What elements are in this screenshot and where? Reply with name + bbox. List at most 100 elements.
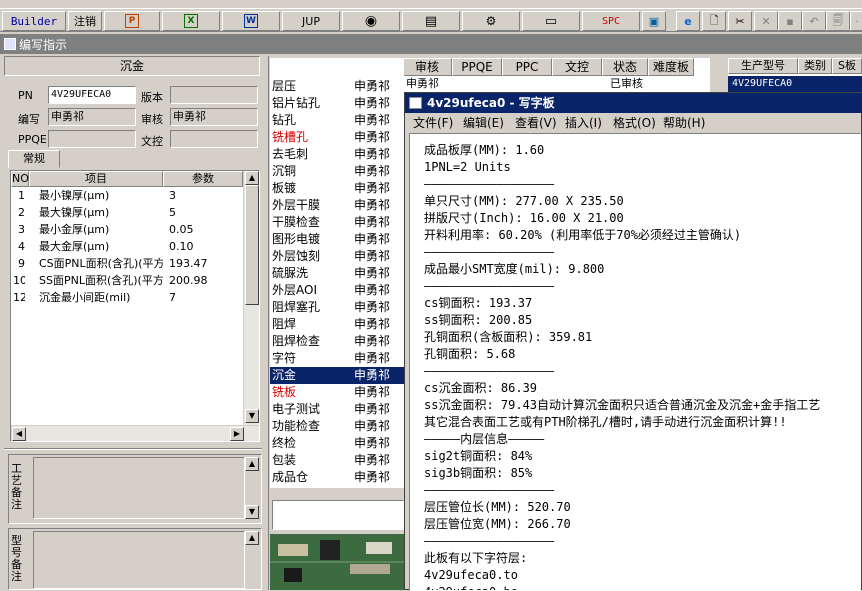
- scroll-up-arrow-icon[interactable]: ▲: [245, 171, 259, 185]
- scroll-down-arrow-icon[interactable]: ▼: [245, 409, 259, 423]
- model-note-label: 型号备注: [11, 534, 22, 583]
- wordpad-line: 孔铜面积(含板面积): 359.81: [424, 330, 593, 344]
- process-top-row[interactable]: 申勇祁 已审核: [404, 76, 710, 92]
- note-up-arrow-icon[interactable]: ▲: [245, 457, 259, 471]
- grid-row[interactable]: 10 SS面PNL面积(含孔)(平方 200.98: [11, 273, 243, 289]
- scroll-right-arrow-icon[interactable]: ▶: [230, 427, 244, 441]
- cut-button[interactable]: ✂: [728, 11, 752, 31]
- window-tool-button[interactable]: ▣: [642, 11, 666, 31]
- note-down-arrow-icon[interactable]: ▼: [245, 505, 259, 519]
- process-header-3[interactable]: PPQE: [452, 58, 502, 76]
- wordpad-line: 成品板厚(MM): 1.60: [424, 143, 545, 157]
- process-row[interactable]: 铣板 申勇祁: [270, 384, 404, 401]
- ppqe-field[interactable]: [48, 130, 136, 148]
- word-button[interactable]: W: [222, 11, 280, 31]
- reviewer-field[interactable]: 申勇祁: [170, 108, 258, 126]
- menu-view[interactable]: 查看(V): [515, 114, 557, 131]
- undo-button[interactable]: ↶: [802, 11, 826, 31]
- process-row[interactable]: 外层干膜 申勇祁: [270, 197, 404, 214]
- grid-header-no[interactable]: NO: [11, 171, 29, 187]
- preview-button[interactable]: 🗐: [826, 11, 850, 31]
- grid-row[interactable]: 1 最小镍厚(μm) 3: [11, 188, 243, 204]
- process-row[interactable]: 去毛刺 申勇祁: [270, 146, 404, 163]
- more-button[interactable]: ·: [850, 11, 862, 31]
- process-row[interactable]: 钻孔 申勇祁: [270, 112, 404, 129]
- process-row[interactable]: 硫脲洗 申勇祁: [270, 265, 404, 282]
- grid-vscrollbar[interactable]: ▲ ▼: [243, 171, 259, 425]
- grid-header-param[interactable]: 参数: [163, 171, 243, 187]
- grid-row[interactable]: 3 最小金厚(μm) 0.05: [11, 222, 243, 238]
- pn-field[interactable]: 4V29UFECA0: [48, 86, 136, 104]
- new-document-button[interactable]: 🗋: [702, 11, 726, 31]
- wordpad-line: 拼版尺寸(Inch): 16.00 X 21.00: [424, 211, 624, 225]
- grid-hscrollbar[interactable]: ◀ ▶: [11, 425, 259, 441]
- process-row[interactable]: 阻焊检查 申勇祁: [270, 333, 404, 350]
- process-header-7[interactable]: 难度板: [648, 58, 694, 76]
- spc-button[interactable]: SPC: [582, 11, 640, 31]
- wordpad-title-bar[interactable]: 4v29ufeca0 - 写字板: [405, 93, 862, 113]
- grid-row[interactable]: 2 最大镍厚(μm) 5: [11, 205, 243, 221]
- writer-field[interactable]: 申勇祁: [48, 108, 136, 126]
- process-row[interactable]: 板镀 申勇祁: [270, 180, 404, 197]
- process-row[interactable]: 沉金 申勇祁: [270, 367, 404, 384]
- save-tool-button[interactable]: ▪: [778, 11, 802, 31]
- process-row[interactable]: 终检 申勇祁: [270, 435, 404, 452]
- process-row[interactable]: 电子测试 申勇祁: [270, 401, 404, 418]
- scroll-left-arrow-icon[interactable]: ◀: [12, 427, 26, 441]
- model-header-category[interactable]: 类别: [798, 58, 832, 74]
- close-tool-button[interactable]: ✕: [754, 11, 778, 31]
- computer-button[interactable]: ▭: [522, 11, 580, 31]
- process-header-2[interactable]: 审核: [402, 58, 452, 76]
- process-row[interactable]: 层压 申勇祁: [270, 78, 404, 95]
- grid-row[interactable]: 12 沉金最小间距(mil) 7: [11, 290, 243, 306]
- wordpad-line: 层压管位长(MM): 520.70: [424, 500, 571, 514]
- process-row[interactable]: 成品仓 申勇祁: [270, 469, 404, 486]
- ie-button[interactable]: e: [676, 11, 700, 31]
- menu-edit[interactable]: 编辑(E): [463, 114, 504, 131]
- scroll-thumb[interactable]: [245, 185, 259, 305]
- menu-insert[interactable]: 插入(I): [565, 114, 602, 131]
- menu-help[interactable]: 帮助(H): [663, 114, 705, 131]
- eye-button[interactable]: ◉: [342, 11, 400, 31]
- tab-general[interactable]: 常规: [8, 150, 60, 168]
- grid-row[interactable]: 9 CS面PNL面积(含孔)(平方 193.47: [11, 256, 243, 272]
- process-row[interactable]: 干膜检查 申勇祁: [270, 214, 404, 231]
- wordpad-text-area[interactable]: 成品板厚(MM): 1.60 1PNL=2 Units ——————————————…: [409, 133, 861, 591]
- process-note-field[interactable]: [33, 457, 245, 519]
- process-row[interactable]: 包装 申勇祁: [270, 452, 404, 469]
- process-row[interactable]: 外层蚀刻 申勇祁: [270, 248, 404, 265]
- logout-button[interactable]: 注销: [68, 11, 102, 31]
- database-button[interactable]: ▤: [402, 11, 460, 31]
- network-button[interactable]: ⚙: [462, 11, 520, 31]
- process-row[interactable]: 沉铜 申勇祁: [270, 163, 404, 180]
- version-field[interactable]: [170, 86, 258, 104]
- wenkong-field[interactable]: [170, 130, 258, 148]
- menu-file[interactable]: 文件(F): [413, 114, 453, 131]
- process-row[interactable]: 阻焊 申勇祁: [270, 316, 404, 333]
- model-note-box: 型号备注 ▲: [8, 528, 262, 590]
- process-row[interactable]: 铣槽孔 申勇祁: [270, 129, 404, 146]
- powerpoint-button[interactable]: P: [104, 11, 160, 31]
- grid-header-item[interactable]: 项目: [29, 171, 163, 187]
- process-row[interactable]: 外层AOI 申勇祁: [270, 282, 404, 299]
- process-row[interactable]: 铝片钻孔 申勇祁: [270, 95, 404, 112]
- process-row[interactable]: 功能检查 申勇祁: [270, 418, 404, 435]
- menu-format[interactable]: 格式(O): [613, 114, 656, 131]
- process-row[interactable]: 图形电镀 申勇祁: [270, 231, 404, 248]
- model-row[interactable]: 4V29UFECA0: [728, 76, 862, 92]
- process-header-4[interactable]: PPC: [502, 58, 552, 76]
- process-row[interactable]: 字符 申勇祁: [270, 350, 404, 367]
- builder-button[interactable]: Builder: [2, 11, 66, 31]
- model-header-type[interactable]: 生产型号: [728, 58, 798, 74]
- jup-button[interactable]: JUP: [282, 11, 340, 31]
- model-note-field[interactable]: [33, 531, 245, 589]
- preview-input[interactable]: [272, 500, 404, 530]
- process-row[interactable]: 阻焊塞孔 申勇祁: [270, 299, 404, 316]
- process-writer: 申勇祁: [354, 334, 391, 348]
- process-header-6[interactable]: 状态: [602, 58, 648, 76]
- model-note-up-arrow-icon[interactable]: ▲: [245, 531, 259, 545]
- grid-row[interactable]: 4 最大金厚(μm) 0.10: [11, 239, 243, 255]
- excel-button[interactable]: X: [162, 11, 220, 31]
- model-header-s[interactable]: S板: [832, 58, 862, 74]
- process-header-5[interactable]: 文控: [552, 58, 602, 76]
